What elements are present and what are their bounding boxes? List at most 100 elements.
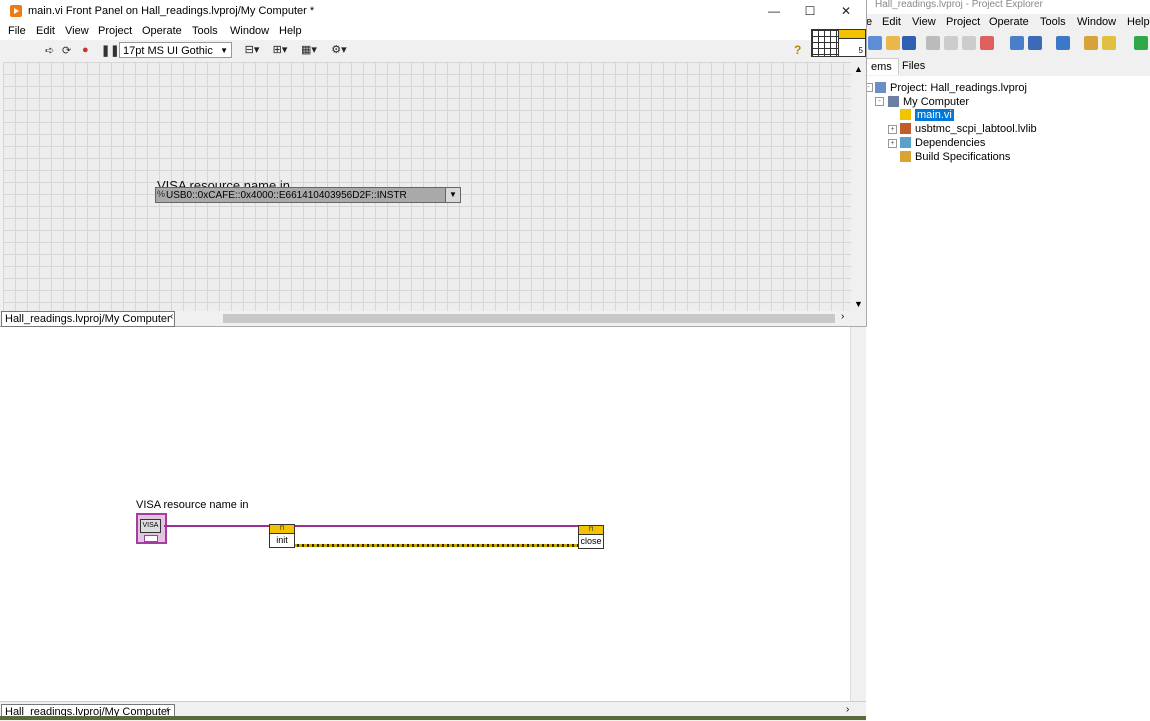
view-options-icon[interactable] <box>1056 36 1070 50</box>
cut-icon[interactable] <box>926 36 940 50</box>
align-objects-icon[interactable]: ⊟▾ <box>240 42 264 58</box>
save-all-icon[interactable] <box>902 36 916 50</box>
maximize-icon[interactable]: ☐ <box>800 3 820 19</box>
tree-item-build-specifications[interactable]: Build Specifications <box>900 151 1010 164</box>
tree-item-label: main.vi <box>915 109 954 121</box>
block-diagram-window: ▼ Hall_readings.lvproj/My Computer ‹ › <box>0 325 867 721</box>
tree-item-project[interactable]: Project: Hall_readings.lvproj <box>875 82 1027 95</box>
vi-icon-banner <box>839 30 865 39</box>
visa-resource-control[interactable]: % USB0::0xCAFE::0x4000::E661410403956D2F… <box>155 187 461 203</box>
reorder-icon[interactable]: ⚙▾ <box>327 42 351 58</box>
front-panel-vertical-scrollbar[interactable]: ▲ ▼ <box>851 62 866 311</box>
menu-view[interactable]: View <box>65 25 89 37</box>
connector-pane[interactable] <box>811 29 839 57</box>
tree-item-label: Project: Hall_readings.lvproj <box>890 82 1027 94</box>
terminal-indicator <box>144 535 158 542</box>
project-explorer-menu-bar: e Edit View Project Operate Tools Window… <box>866 14 1150 32</box>
font-select[interactable]: 17pt MS UI Gothic ▼ <box>119 42 232 58</box>
tree-item-dependencies[interactable]: Dependencies <box>900 137 985 150</box>
resize-objects-icon[interactable]: ▦▾ <box>297 42 321 58</box>
horizontal-scroll-thumb[interactable] <box>223 314 835 323</box>
front-panel-menu-bar: File Edit View Project Operate Tools Win… <box>0 22 866 40</box>
copy-icon[interactable] <box>944 36 958 50</box>
delete-icon[interactable] <box>980 36 994 50</box>
scroll-left-icon[interactable]: ‹ <box>166 704 169 715</box>
block-diagram-vertical-scrollbar[interactable]: ▼ <box>850 325 867 709</box>
deploy-icon[interactable] <box>1028 36 1042 50</box>
expand-library-icon[interactable]: + <box>888 125 897 134</box>
tree-item-library[interactable]: usbtmc_scpi_labtool.lvlib <box>900 123 1037 136</box>
close-icon[interactable]: ✕ <box>836 3 856 19</box>
visa-resource-terminal[interactable]: VISA <box>136 513 167 544</box>
context-path[interactable]: Hall_readings.lvproj/My Computer <box>1 311 175 327</box>
window-title: main.vi Front Panel on Hall_readings.lvp… <box>28 5 315 17</box>
init-subvi[interactable]: ⊓ init <box>269 524 295 548</box>
menu-project[interactable]: Project <box>98 25 132 37</box>
menu-project[interactable]: Project <box>946 16 980 28</box>
menu-view[interactable]: View <box>912 16 936 28</box>
visa-resource-icon: % <box>157 189 166 199</box>
menu-file[interactable]: File <box>8 25 26 37</box>
visa-terminal-icon: VISA <box>140 519 161 533</box>
collapse-computer-icon[interactable]: - <box>875 97 884 106</box>
add-icon[interactable] <box>1134 36 1148 50</box>
computer-icon <box>888 96 899 107</box>
pause-icon[interactable]: ❚❚ <box>101 44 119 57</box>
tree-item-label: Build Specifications <box>915 151 1011 163</box>
menu-window[interactable]: Window <box>230 25 269 37</box>
menu-tools[interactable]: Tools <box>1040 16 1066 28</box>
abort-icon[interactable]: ● <box>82 44 89 56</box>
scroll-up-icon[interactable]: ▲ <box>854 64 863 74</box>
tree-item-my-computer[interactable]: My Computer <box>888 96 969 109</box>
vi-icon <box>900 109 911 120</box>
context-help-icon[interactable]: ? <box>794 43 801 57</box>
tree-item-main-vi[interactable]: main.vi <box>900 109 954 122</box>
project-explorer-title: Hall_readings.lvproj - Project Explorer <box>875 0 1043 10</box>
scroll-right-icon[interactable]: › <box>841 311 844 322</box>
error-wire[interactable] <box>294 544 579 547</box>
desktop-background <box>0 716 866 720</box>
tab-items[interactable]: ems <box>864 58 899 75</box>
init-label: init <box>276 535 288 545</box>
tab-files[interactable]: Files <box>896 58 931 74</box>
distribute-objects-icon[interactable]: ⊞▾ <box>268 42 292 58</box>
scroll-right-icon[interactable]: › <box>846 704 849 715</box>
vi-icon[interactable]: 5 <box>838 29 866 57</box>
menu-tools[interactable]: Tools <box>192 25 218 37</box>
subvi-banner: ⊓ <box>579 526 603 535</box>
project-explorer-toolbar <box>866 32 1150 57</box>
close-label: close <box>580 536 602 546</box>
run-continuously-icon[interactable]: ⟳ <box>62 44 71 57</box>
menu-edit[interactable]: Edit <box>882 16 901 28</box>
tree-item-label: My Computer <box>903 96 970 108</box>
run-arrow-icon[interactable]: ➪ <box>45 44 54 57</box>
minimize-icon[interactable]: — <box>764 3 784 19</box>
scroll-down-icon[interactable]: ▼ <box>854 299 863 309</box>
menu-edit[interactable]: Edit <box>36 25 55 37</box>
build-icon[interactable] <box>1010 36 1024 50</box>
project-explorer-title-bar: Hall_readings.lvproj - Project Explorer <box>866 0 1150 13</box>
font-select-value: 17pt MS UI Gothic <box>123 45 213 57</box>
close-subvi[interactable]: ⊓ close <box>578 525 604 549</box>
menu-operate[interactable]: Operate <box>989 16 1029 28</box>
tree-item-label: Dependencies <box>915 137 986 149</box>
project-explorer-tabs: ems Files <box>864 56 1150 76</box>
visa-terminal-label: VISA resource name in <box>136 499 249 511</box>
chevron-down-icon[interactable]: ▼ <box>445 188 460 202</box>
paste-icon[interactable] <box>962 36 976 50</box>
menu-operate[interactable]: Operate <box>142 25 182 37</box>
warning-icon[interactable] <box>1102 36 1116 50</box>
project-explorer-window: Hall_readings.lvproj - Project Explorer … <box>864 0 1150 720</box>
new-icon[interactable] <box>868 36 882 50</box>
menu-window[interactable]: Window <box>1077 16 1116 28</box>
labview-logo-icon <box>10 5 22 17</box>
scroll-left-icon[interactable]: ‹ <box>170 311 173 322</box>
menu-help[interactable]: Help <box>1127 16 1150 28</box>
expand-dependencies-icon[interactable]: + <box>888 139 897 148</box>
visa-resource-value: USB0::0xCAFE::0x4000::E661410403956D2F::… <box>166 190 407 201</box>
filter-icon[interactable] <box>1084 36 1098 50</box>
open-icon[interactable] <box>886 36 900 50</box>
menu-help[interactable]: Help <box>279 25 302 37</box>
front-panel-title-bar: main.vi Front Panel on Hall_readings.lvp… <box>0 0 866 22</box>
visa-wire[interactable] <box>164 525 578 527</box>
